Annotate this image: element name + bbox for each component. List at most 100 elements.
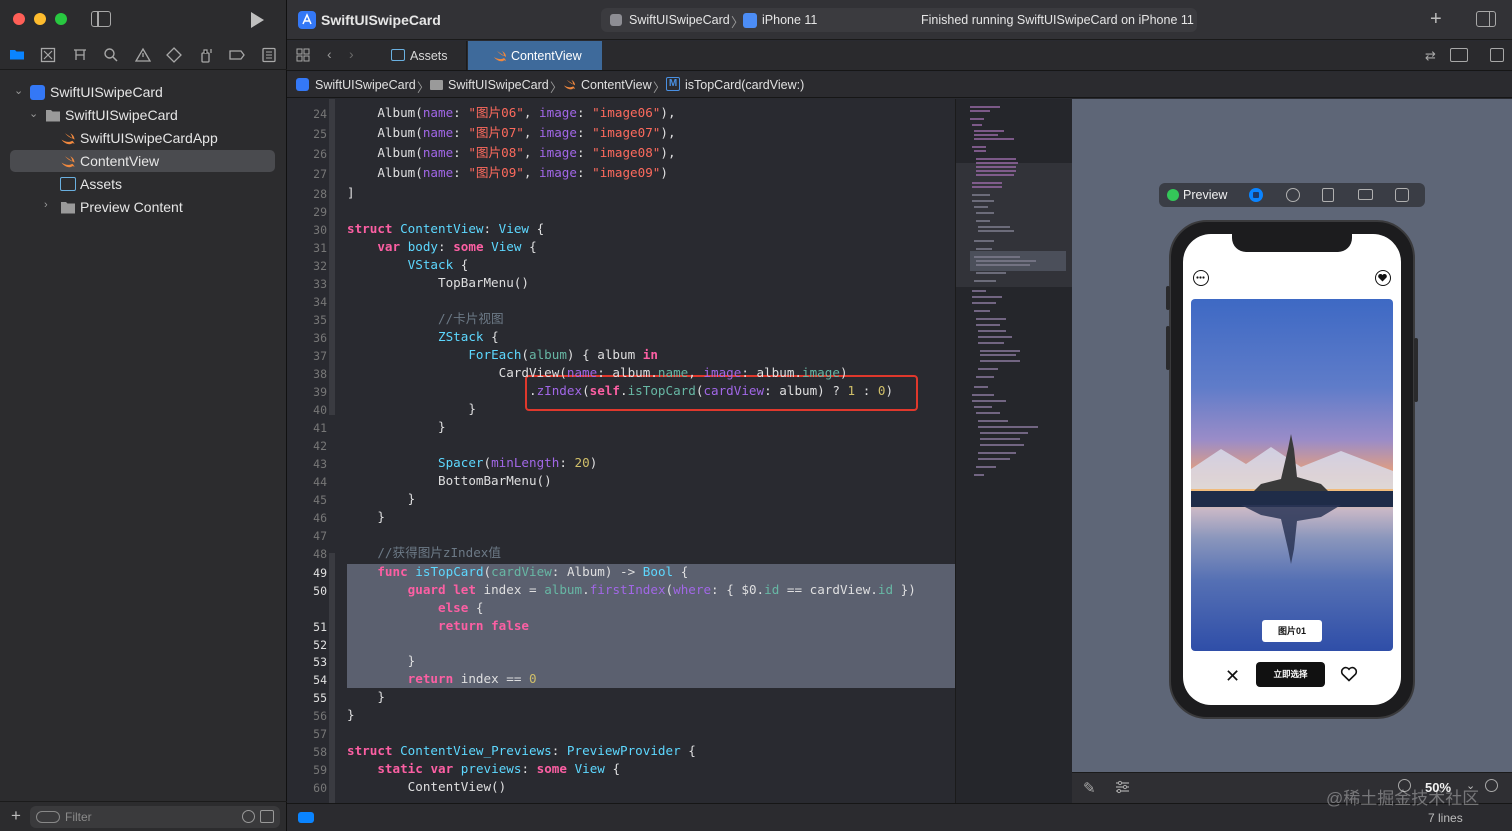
minimize-window-button[interactable] <box>34 13 46 25</box>
line-number[interactable]: 28 <box>313 187 327 201</box>
filter-field[interactable]: Filter <box>30 806 280 828</box>
run-button[interactable] <box>249 11 265 29</box>
line-number[interactable]: 29 <box>313 205 327 219</box>
line-number[interactable]: 30 <box>313 223 327 237</box>
line-number[interactable]: 47 <box>313 529 327 543</box>
issue-navigator-warning-icon[interactable] <box>135 47 151 63</box>
line-number[interactable]: 58 <box>313 745 327 759</box>
selectable-mode-icon[interactable] <box>1286 188 1300 202</box>
related-items-icon[interactable]: ⇄ <box>1425 48 1436 64</box>
line-number[interactable]: 32 <box>313 259 327 273</box>
project-navigator-folder-icon[interactable] <box>9 47 25 63</box>
report-navigator-icon[interactable] <box>261 47 277 63</box>
line-number[interactable]: 44 <box>313 475 327 489</box>
filter-options-icon[interactable] <box>36 811 60 823</box>
line-number[interactable]: 50 <box>313 584 327 598</box>
line-number[interactable]: 31 <box>313 241 327 255</box>
line-number[interactable]: 24 <box>313 107 327 121</box>
symbol-navigator-icon[interactable] <box>72 47 88 63</box>
toggle-navigator-icon[interactable] <box>91 11 111 27</box>
disclosure-chevron-down-icon[interactable]: ⌄ <box>29 107 39 120</box>
back-chevron-icon[interactable]: ‹ <box>327 46 332 62</box>
source-editor[interactable]: Album(name: "图片06", image: "image06"), A… <box>335 99 955 803</box>
duplicate-preview-icon[interactable] <box>1395 188 1409 202</box>
activity-view[interactable]: SwiftUISwipeCard 〉 iPhone 11 Finished ru… <box>601 8 1197 32</box>
toggle-inspector-icon[interactable] <box>1476 11 1496 27</box>
find-navigator-search-icon[interactable] <box>103 47 119 63</box>
navigator-item[interactable]: Assets <box>10 173 275 195</box>
close-window-button[interactable] <box>13 13 25 25</box>
line-number[interactable]: 26 <box>313 147 327 161</box>
line-number[interactable]: 35 <box>313 313 327 327</box>
line-number[interactable]: 27 <box>313 167 327 181</box>
add-editor-icon[interactable] <box>1490 48 1504 62</box>
navigator-item[interactable]: ⌄ SwiftUISwipeCard <box>10 81 275 103</box>
breakpoint-navigator-icon[interactable] <box>229 47 245 63</box>
select-button[interactable]: 立即选择 <box>1256 662 1325 687</box>
debug-navigator-spray-icon[interactable] <box>198 47 214 63</box>
source-control-icon[interactable] <box>40 47 56 63</box>
editor-grid-icon[interactable] <box>296 48 310 62</box>
tab-assets[interactable]: Assets <box>379 41 467 70</box>
disclosure-chevron-right-icon[interactable]: › <box>44 199 54 211</box>
jump-group[interactable]: SwiftUISwipeCard <box>448 78 549 92</box>
jump-symbol[interactable]: isTopCard(cardView:) <box>685 78 804 92</box>
favorites-heart-icon[interactable] <box>1375 270 1391 286</box>
dismiss-x-icon[interactable]: ✕ <box>1225 667 1240 685</box>
line-number[interactable]: 33 <box>313 277 327 291</box>
line-number[interactable]: 39 <box>313 385 327 399</box>
line-number[interactable]: 53 <box>313 655 327 669</box>
variants-sliders-icon[interactable] <box>1115 780 1130 794</box>
line-number[interactable]: 40 <box>313 403 327 417</box>
line-number[interactable]: 48 <box>313 547 327 561</box>
line-number[interactable]: 55 <box>313 691 327 705</box>
card-image[interactable]: 图片01 <box>1191 299 1393 651</box>
line-number[interactable]: 25 <box>313 127 327 141</box>
line-number[interactable]: 57 <box>313 727 327 741</box>
navigator-item[interactable]: › Preview Content <box>10 196 275 218</box>
live-mode-icon[interactable] <box>1249 188 1263 202</box>
line-number[interactable]: 54 <box>313 673 327 687</box>
scheme-name[interactable]: SwiftUISwipeCard <box>629 13 730 27</box>
line-number[interactable]: 60 <box>313 781 327 795</box>
filter-scm-icon[interactable] <box>260 810 274 823</box>
zoom-window-button[interactable] <box>55 13 67 25</box>
library-plus-icon[interactable]: + <box>1430 9 1442 29</box>
jump-file[interactable]: ContentView <box>581 78 652 92</box>
minimap[interactable] <box>955 99 1072 803</box>
line-number[interactable]: 41 <box>313 421 327 435</box>
line-number[interactable]: 46 <box>313 511 327 525</box>
navigator-item[interactable]: SwiftUISwipeCardApp <box>10 127 275 149</box>
navigator-item[interactable]: ⌄ SwiftUISwipeCard <box>10 104 275 126</box>
line-number[interactable]: 34 <box>313 295 327 309</box>
line-number[interactable]: 52 <box>313 638 327 652</box>
forward-chevron-icon[interactable]: › <box>349 46 354 62</box>
zoom-in-icon[interactable] <box>1485 779 1498 792</box>
line-number[interactable]: 37 <box>313 349 327 363</box>
line-number[interactable]: 56 <box>313 709 327 723</box>
line-number[interactable]: 38 <box>313 367 327 381</box>
like-heart-icon[interactable] <box>1340 666 1358 682</box>
jump-project[interactable]: SwiftUISwipeCard <box>315 78 416 92</box>
test-navigator-diamond-icon[interactable] <box>166 47 182 63</box>
pin-icon[interactable]: ✎ <box>1083 779 1096 797</box>
navigator-item[interactable]: ContentView <box>10 150 275 172</box>
device-settings-icon[interactable] <box>1358 189 1373 200</box>
show-debug-area-icon[interactable] <box>298 812 314 823</box>
line-number[interactable]: 51 <box>313 620 327 634</box>
line-number[interactable]: 43 <box>313 457 327 471</box>
phone-screen: 图片01 ✕ 立即选择 <box>1183 234 1401 705</box>
recent-files-clock-icon[interactable] <box>242 810 255 823</box>
device-name[interactable]: iPhone 11 <box>762 13 817 27</box>
line-number[interactable]: 42 <box>313 439 327 453</box>
editor-options-icon[interactable] <box>1450 48 1468 62</box>
disclosure-chevron-down-icon[interactable]: ⌄ <box>14 84 24 97</box>
more-icon[interactable] <box>1193 270 1209 286</box>
line-number[interactable]: 49 <box>313 566 327 580</box>
line-number[interactable]: 45 <box>313 493 327 507</box>
rotate-device-icon[interactable] <box>1322 188 1334 202</box>
line-number[interactable]: 59 <box>313 763 327 777</box>
line-number[interactable]: 36 <box>313 331 327 345</box>
tab-contentview[interactable]: ContentView <box>468 41 602 70</box>
add-file-icon[interactable]: + <box>11 807 21 824</box>
